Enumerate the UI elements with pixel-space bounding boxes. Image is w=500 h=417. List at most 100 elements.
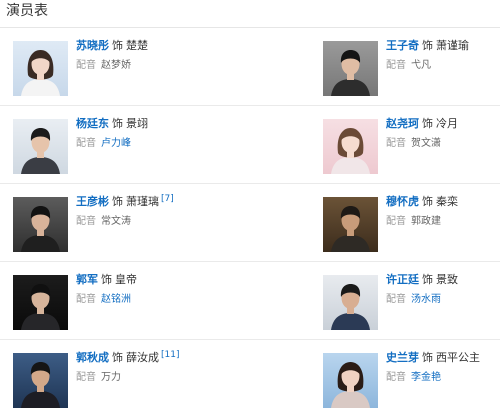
as-label: 饰 (112, 39, 123, 52)
actor-name-link[interactable]: 史兰芽 (386, 351, 419, 364)
cast-info: 苏晓彤饰楚楚 配音 赵梦娇 (76, 39, 148, 73)
cast-grid: 苏晓彤饰楚楚 配音 赵梦娇 王子奇饰萧谨瑜 配音 弋凡 杨廷东饰景翊 配音 卢力峰 赵尧珂饰冷月配… (0, 28, 500, 417)
role-name: 薛汝成 (126, 351, 159, 364)
dub-label: 配音 (386, 294, 406, 305)
actor-role-line: 史兰芽饰西平公主 (386, 351, 480, 365)
cast-card: 许正廷饰景致 配音 汤水雨 (310, 262, 500, 339)
dub-label: 配音 (386, 138, 406, 149)
actor-photo[interactable] (13, 119, 68, 174)
dub-line: 配音 贺文潇 (386, 137, 458, 151)
cast-row: 杨廷东饰景翊 配音 卢力峰 赵尧珂饰冷月 配音 贺文潇 (0, 106, 500, 184)
cast-card: 穆怀虎饰秦栾 配音 郭政建 (310, 184, 500, 261)
actor-role-line: 许正廷饰景致 (386, 273, 458, 287)
actor-photo[interactable] (323, 353, 378, 408)
cast-card: 郭秋成饰薛汝成 [11] 配音 万力 (0, 340, 250, 417)
as-label: 饰 (422, 39, 433, 52)
as-label: 饰 (422, 195, 433, 208)
as-label: 饰 (112, 195, 123, 208)
actor-role-line: 穆怀虎饰秦栾 (386, 195, 458, 209)
dub-line: 配音 赵梦娇 (76, 59, 148, 73)
cast-info: 王彦彬饰萧瑾璃 [7] 配音 常文涛 (76, 194, 174, 229)
actor-photo[interactable] (323, 41, 378, 96)
role-name: 景致 (436, 273, 458, 286)
dub-line: 配音 常文涛 (76, 215, 174, 229)
actor-role-line: 郭秋成饰薛汝成 [11] (76, 350, 179, 365)
actor-name-link[interactable]: 郭秋成 (76, 351, 109, 364)
role-name: 冷月 (436, 117, 458, 130)
role-name: 萧瑾璃 (126, 195, 159, 208)
cast-section-header: 演员表 (0, 0, 500, 28)
actor-name-link[interactable]: 王子奇 (386, 39, 419, 52)
role-name: 西平公主 (436, 351, 480, 364)
cast-info: 穆怀虎饰秦栾 配音 郭政建 (386, 195, 458, 229)
dub-line: 配音 赵铭洲 (76, 293, 137, 307)
dubber-name: 郭政建 (411, 216, 441, 227)
dubber-name: 弋凡 (411, 60, 431, 71)
cast-card: 杨廷东饰景翊 配音 卢力峰 (0, 106, 250, 183)
cast-info: 许正廷饰景致 配音 汤水雨 (386, 273, 458, 307)
cast-card: 郭军饰皇帝配音 赵铭洲 (0, 262, 250, 339)
dubber-name: 万力 (101, 372, 121, 383)
dubber-name: 赵梦娇 (101, 60, 131, 71)
dubber-name-link[interactable]: 汤水雨 (411, 294, 441, 305)
role-name: 皇帝 (115, 273, 137, 286)
dubber-name-link[interactable]: 李金艳 (411, 372, 441, 383)
actor-photo[interactable] (13, 275, 68, 330)
dubber-name: 常文涛 (101, 216, 131, 227)
cast-card: 史兰芽饰西平公主 配音 李金艳 (310, 340, 500, 417)
dub-line: 配音 郭政建 (386, 215, 458, 229)
role-name: 楚楚 (126, 39, 148, 52)
actor-name-link[interactable]: 许正廷 (386, 273, 419, 286)
cast-info: 史兰芽饰西平公主 配音 李金艳 (386, 351, 480, 385)
dub-label: 配音 (386, 60, 406, 71)
dub-line: 配音 汤水雨 (386, 293, 458, 307)
actor-photo[interactable] (323, 197, 378, 252)
actor-photo[interactable] (323, 275, 378, 330)
cast-card: 赵尧珂饰冷月 配音 贺文潇 (310, 106, 500, 183)
actor-photo[interactable] (13, 353, 68, 408)
dubber-name-link[interactable]: 卢力峰 (101, 138, 131, 149)
reference-link[interactable]: [11] (161, 350, 179, 360)
as-label: 饰 (422, 273, 433, 286)
actor-role-line: 郭军饰皇帝 (76, 273, 137, 287)
cast-row: 郭军饰皇帝 配音 赵铭洲 许正廷饰景致 配音 汤水雨 (0, 262, 500, 340)
dubber-name: 贺文潇 (411, 138, 441, 149)
dub-line: 配音 李金艳 (386, 371, 480, 385)
dub-label: 配音 (76, 60, 96, 71)
role-name: 秦栾 (436, 195, 458, 208)
dub-label: 配音 (386, 372, 406, 383)
actor-role-line: 王子奇饰萧谨瑜 (386, 39, 469, 53)
cast-card: 苏晓彤饰楚楚 配音 赵梦娇 (0, 28, 250, 105)
cast-info: 杨廷东饰景翊 配音 卢力峰 (76, 117, 148, 151)
actor-name-link[interactable]: 苏晓彤 (76, 39, 109, 52)
section-title: 演员表 (6, 3, 48, 19)
as-label: 饰 (422, 351, 433, 364)
actor-role-line: 杨廷东饰景翊 (76, 117, 148, 131)
actor-photo[interactable] (13, 197, 68, 252)
cast-card: 王子奇饰萧谨瑜 配音 弋凡 (310, 28, 500, 105)
actor-name-link[interactable]: 王彦彬 (76, 195, 109, 208)
dub-line: 配音 万力 (76, 371, 179, 385)
cast-row: 苏晓彤饰楚楚 配音 赵梦娇 王子奇饰萧谨瑜 配音 弋凡 (0, 28, 500, 106)
as-label: 饰 (101, 273, 112, 286)
reference-link[interactable]: [7] (161, 194, 174, 204)
actor-name-link[interactable]: 郭军 (76, 273, 98, 286)
cast-info: 郭秋成饰薛汝成 [11] 配音 万力 (76, 350, 179, 385)
as-label: 饰 (112, 117, 123, 130)
actor-role-line: 赵尧珂饰冷月 (386, 117, 458, 131)
dub-label: 配音 (76, 294, 96, 305)
actor-photo[interactable] (323, 119, 378, 174)
dub-line: 配音 卢力峰 (76, 137, 148, 151)
dub-label: 配音 (76, 372, 96, 383)
actor-photo[interactable] (13, 41, 68, 96)
as-label: 饰 (112, 351, 123, 364)
dubber-name-link[interactable]: 赵铭洲 (101, 294, 131, 305)
actor-name-link[interactable]: 赵尧珂 (386, 117, 419, 130)
actor-name-link[interactable]: 穆怀虎 (386, 195, 419, 208)
role-name: 景翊 (126, 117, 148, 130)
cast-info: 郭军饰皇帝配音 赵铭洲 (76, 273, 137, 307)
cast-info: 赵尧珂饰冷月 配音 贺文潇 (386, 117, 458, 151)
actor-role-line: 苏晓彤饰楚楚 (76, 39, 148, 53)
cast-card: 王彦彬饰萧瑾璃 [7] 配音 常文涛 (0, 184, 250, 261)
actor-name-link[interactable]: 杨廷东 (76, 117, 109, 130)
